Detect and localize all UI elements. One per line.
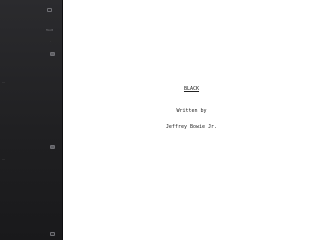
document-icon[interactable]	[50, 145, 55, 149]
sidebar-item-label: …	[2, 80, 5, 84]
sidebar-label: Toolt	[46, 28, 54, 32]
outline-icon[interactable]	[47, 8, 52, 12]
author-name[interactable]: Jeffrey Bowie Jr.	[63, 124, 320, 130]
written-by-line[interactable]: Written by	[63, 108, 320, 114]
screenplay-page[interactable]: BLACK Written by Jeffrey Bowie Jr.	[63, 0, 320, 240]
document-icon[interactable]	[50, 52, 55, 56]
outline-icon[interactable]	[50, 232, 55, 236]
navigator-sidebar: Toolt · … …	[0, 0, 62, 240]
title-page: BLACK Written by Jeffrey Bowie Jr.	[63, 0, 320, 240]
sidebar-item-label: …	[2, 157, 5, 161]
script-title[interactable]: BLACK	[63, 86, 320, 92]
app-window: Toolt · … … BLACK Written by Jeffrey Bow…	[0, 0, 320, 240]
sidebar-item: ·	[50, 39, 51, 43]
